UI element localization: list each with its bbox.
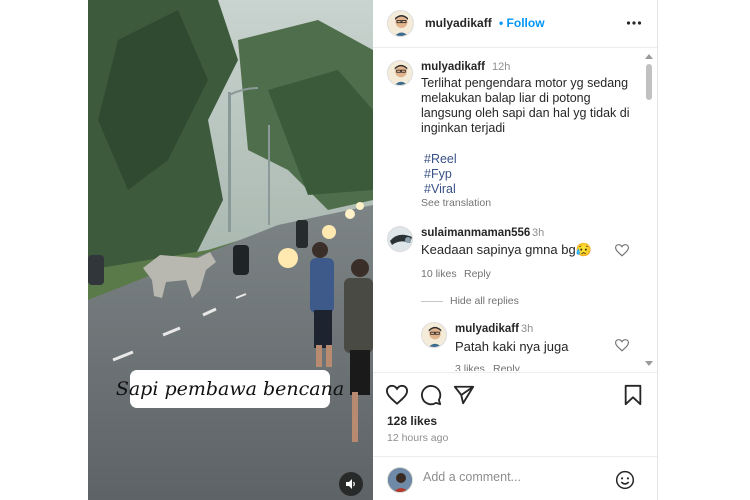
post-age: 12 hours ago <box>387 432 449 444</box>
reply-author-avatar[interactable] <box>421 322 447 348</box>
reply-button[interactable]: Reply <box>464 268 491 280</box>
instagram-post-modal: Sapi pembawa bencana mulyadikaff • Follo… <box>0 0 750 500</box>
caption-author-username[interactable]: mulyadikaff <box>421 61 485 73</box>
video-player[interactable]: Sapi pembawa bencana <box>88 0 373 500</box>
mute-toggle-button[interactable] <box>339 472 363 496</box>
caption-text: Terlihat pengendara motor yg sedang mela… <box>421 76 630 135</box>
comment-input[interactable] <box>423 470 603 484</box>
reply-text: Patah kaki nya juga <box>455 339 569 354</box>
more-horizontal-icon[interactable] <box>626 16 642 30</box>
post-actions-bar: 128 likes 12 hours ago <box>373 372 657 456</box>
comment-timestamp: 3h <box>532 227 545 239</box>
comment-likes-count[interactable]: 10 likes <box>421 268 457 280</box>
video-caption-text: Sapi pembawa bencana <box>115 378 345 400</box>
current-user-avatar <box>387 467 413 493</box>
hide-replies-button[interactable]: Hide all replies <box>450 295 519 307</box>
reply-button[interactable]: Reply <box>493 363 520 371</box>
current-user-avatar-image <box>388 468 412 492</box>
speaker-icon <box>346 479 355 489</box>
caption-timestamp: 12h <box>492 61 511 73</box>
author-avatar-image <box>388 11 413 36</box>
author-avatar[interactable] <box>387 10 414 37</box>
comments-list[interactable]: mulyadikaff 12h Terlihat pengendara moto… <box>373 49 657 371</box>
replies-divider-line <box>421 301 443 302</box>
see-translation-link[interactable]: See translation <box>421 197 491 209</box>
scroll-up-arrow-icon[interactable] <box>645 54 653 59</box>
comment-text: Keadaan sapinya gmna bg😥 <box>421 242 592 257</box>
heart-icon[interactable] <box>615 339 629 352</box>
hashtag-link[interactable]: #Fyp <box>424 167 457 182</box>
caption-hashtags: #Reel #Fyp #Viral <box>424 152 457 197</box>
reply-timestamp: 3h <box>521 323 534 335</box>
smiley-icon[interactable] <box>615 470 635 490</box>
share-icon[interactable] <box>453 384 475 406</box>
follow-button[interactable]: • Follow <box>499 16 545 30</box>
likes-count[interactable]: 128 likes <box>387 414 437 428</box>
commenter-avatar-image <box>388 227 412 251</box>
post-details-panel: mulyadikaff • Follow mulyadikaff 12h Ter… <box>373 0 658 500</box>
comment-icon[interactable] <box>420 384 442 406</box>
bookmark-icon[interactable] <box>622 384 644 406</box>
author-username[interactable]: mulyadikaff <box>425 16 492 30</box>
scroll-down-arrow-icon[interactable] <box>645 361 653 366</box>
heart-icon[interactable] <box>386 384 408 406</box>
scrollbar-thumb[interactable] <box>646 64 652 100</box>
comments-scrollbar[interactable] <box>644 52 654 370</box>
hashtag-link[interactable]: #Viral <box>424 182 457 197</box>
caption-author-avatar-image <box>388 61 412 85</box>
reply-author-avatar-image <box>422 323 446 347</box>
post-header: mulyadikaff • Follow <box>373 0 657 48</box>
reply-author-username[interactable]: mulyadikaff <box>455 323 519 335</box>
add-comment-bar <box>373 456 657 500</box>
reply-likes-count[interactable]: 3 likes <box>455 363 485 371</box>
hashtag-link[interactable]: #Reel <box>424 152 457 167</box>
video-caption-overlay: Sapi pembawa bencana <box>116 370 344 408</box>
commenter-avatar[interactable] <box>387 226 413 252</box>
video-frame <box>88 0 373 500</box>
commenter-username[interactable]: sulaimanmaman556 <box>421 227 530 239</box>
heart-icon[interactable] <box>615 244 629 257</box>
caption-author-avatar[interactable] <box>387 60 413 86</box>
